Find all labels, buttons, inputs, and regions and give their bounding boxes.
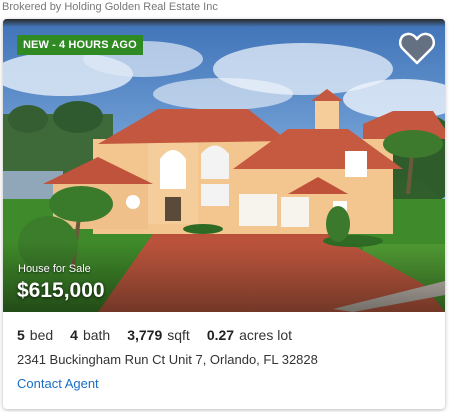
property-stats: 5 bed 4 bath 3,779 sqft 0.27 acres lot [17, 327, 309, 343]
photo-top-shade [3, 19, 445, 27]
baths-stat: 4 bath [70, 327, 110, 343]
contact-agent-link[interactable]: Contact Agent [17, 376, 99, 391]
listing-card[interactable]: NEW - 4 HOURS AGO House for Sale $615,00… [3, 19, 445, 409]
listing-photo[interactable]: NEW - 4 HOURS AGO House for Sale $615,00… [3, 19, 445, 312]
sqft-value: 3,779 [127, 327, 163, 343]
heart-icon[interactable] [399, 31, 435, 65]
lot-value: 0.27 [206, 327, 235, 343]
listing-address[interactable]: 2341 Buckingham Run Ct Unit 7, Orlando, … [17, 352, 318, 367]
baths-unit: bath [82, 327, 111, 343]
beds-unit: bed [29, 327, 54, 343]
lot-stat: 0.27 acres lot [207, 327, 292, 343]
beds-value: 5 [17, 327, 25, 343]
broker-credit: Brokered by Holding Golden Real Estate I… [2, 1, 218, 13]
sqft-stat: 3,779 sqft [127, 327, 190, 343]
sqft-unit: sqft [167, 327, 190, 343]
listing-price: $615,000 [17, 279, 105, 302]
new-listing-badge: NEW - 4 HOURS AGO [17, 35, 143, 55]
lot-unit: acres lot [239, 327, 292, 343]
sale-type-label: House for Sale [18, 263, 91, 275]
beds-stat: 5 bed [17, 327, 53, 343]
baths-value: 4 [70, 327, 78, 343]
